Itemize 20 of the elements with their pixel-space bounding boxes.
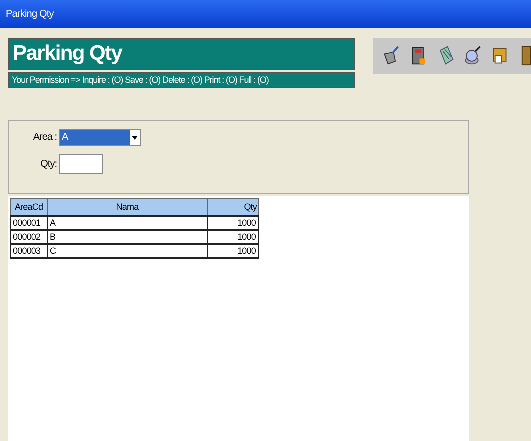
column-header[interactable]: AreaCd — [10, 198, 48, 216]
area-label: Area : — [32, 132, 57, 143]
permission-text: Your Permission => Inquire : (O) Save : (O) Delete : (O) Print : (O) Full : (O) — [8, 72, 355, 88]
qty-field[interactable] — [59, 154, 103, 174]
column-header[interactable]: Qty — [208, 198, 258, 216]
caret-icon — [132, 136, 138, 140]
table-cell: 000001 — [10, 216, 48, 230]
page-title: Parking Qty — [8, 38, 355, 70]
table-cell: C — [48, 244, 208, 258]
table-cell: A — [48, 216, 208, 230]
table-cell: 000002 — [10, 230, 48, 244]
qty-label: Qty: — [40, 158, 57, 170]
column-header[interactable]: Nama — [48, 198, 208, 216]
table-cell: 1000 — [208, 216, 258, 230]
table-cell: B — [48, 230, 208, 244]
window-title: Parking Qty — [6, 8, 54, 20]
table-cell: 1000 — [208, 230, 258, 244]
table-cell: 000003 — [10, 244, 48, 258]
area-dropdown[interactable]: A — [59, 129, 141, 146]
table-cell: 1000 — [208, 244, 258, 258]
